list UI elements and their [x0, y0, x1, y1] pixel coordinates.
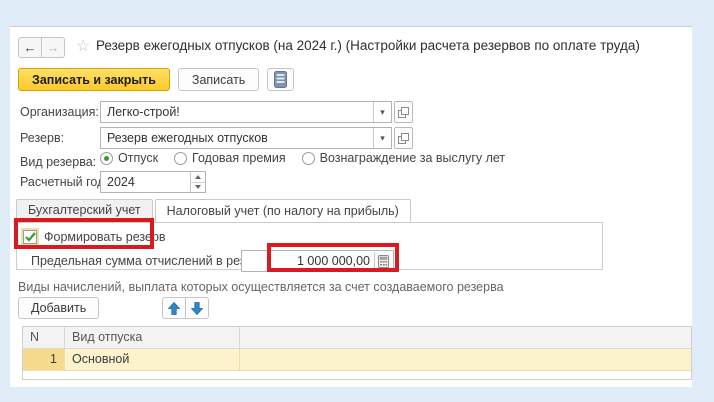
reserve-label: Резерв: [20, 131, 65, 145]
report-icon [274, 71, 288, 88]
reserve-type-radio-group: Отпуск Годовая премия Вознаграждение за … [100, 151, 505, 165]
vacation-type-cell[interactable]: Основной [65, 349, 240, 370]
radio-label: Вознаграждение за выслугу лет [319, 151, 506, 165]
limit-sum-label: Предельная сумма отчислений в резерв: [31, 254, 270, 268]
save-button[interactable]: Записать [177, 68, 260, 91]
back-arrow-icon: ← [23, 40, 37, 55]
radio-label: Отпуск [118, 151, 159, 165]
accruals-table: N Вид отпуска 1 Основной [22, 326, 692, 380]
accruals-caption: Виды начислений, выплата которых осущест… [18, 280, 504, 294]
back-button[interactable]: ← [18, 37, 42, 58]
year-field [100, 171, 206, 193]
radio-label: Годовая премия [192, 151, 286, 165]
favorite-star-icon[interactable]: ☆ [76, 38, 90, 56]
page-title: Резерв ежегодных отпусков (на 2024 г.) (… [96, 38, 640, 53]
limit-sum-input[interactable] [242, 251, 393, 271]
organization-combobox: ▾ [100, 101, 392, 123]
report-button[interactable] [267, 68, 295, 91]
accruals-toolbar: Добавить [18, 297, 210, 319]
spinner-up-button[interactable] [191, 172, 205, 182]
add-button[interactable]: Добавить [18, 297, 100, 319]
chevron-down-icon: ▾ [380, 132, 385, 143]
column-header-empty [240, 327, 691, 348]
year-spinner [190, 172, 205, 192]
chevron-down-icon: ▾ [380, 106, 385, 117]
save-and-close-button[interactable]: Записать и закрыть [18, 68, 170, 91]
forward-button[interactable]: → [41, 37, 65, 58]
reserve-type-label: Вид резерва: [20, 155, 97, 169]
reserve-open-button[interactable] [394, 127, 413, 149]
checkbox-checked-icon[interactable] [23, 230, 37, 244]
column-header-vacation-type[interactable]: Вид отпуска [65, 327, 240, 348]
organization-dropdown-button[interactable]: ▾ [373, 102, 391, 122]
form-reserve-checkbox-row[interactable]: Формировать резерв [23, 227, 166, 247]
table-row[interactable]: 1 Основной [23, 349, 691, 371]
calculator-icon [378, 254, 389, 268]
move-buttons [162, 297, 210, 319]
radio-seniority-reward[interactable]: Вознаграждение за выслугу лет [301, 151, 506, 165]
reserve-dropdown-button[interactable]: ▾ [373, 128, 391, 148]
radio-unselected-icon [301, 151, 315, 165]
radio-annual-bonus[interactable]: Годовая премия [174, 151, 286, 165]
open-link-icon [398, 106, 409, 118]
column-header-n[interactable]: N [23, 327, 65, 348]
command-bar: Записать и закрыть Записать [18, 68, 295, 91]
reserve-combobox: ▾ [100, 127, 392, 149]
open-link-icon [398, 132, 409, 144]
organization-input[interactable] [101, 102, 373, 122]
arrow-up-icon [168, 301, 181, 315]
forward-arrow-icon: → [46, 40, 60, 55]
calculator-button[interactable] [374, 252, 392, 270]
table-header-row: N Вид отпуска [23, 327, 691, 349]
radio-selected-icon [100, 151, 113, 165]
radio-unselected-icon [174, 151, 188, 165]
arrow-down-icon [191, 301, 204, 315]
move-down-button[interactable] [185, 297, 210, 319]
form-window: ← → ☆ Резерв ежегодных отпусков (на 2024… [10, 26, 692, 387]
limit-sum-field [241, 250, 394, 272]
year-label: Расчетный год: [20, 175, 108, 189]
radio-vacation[interactable]: Отпуск [100, 151, 158, 165]
move-up-button[interactable] [162, 297, 187, 319]
empty-cell[interactable] [240, 349, 691, 370]
organization-open-button[interactable] [394, 101, 413, 123]
tax-tab-panel: Формировать резерв Предельная сумма отчи… [16, 222, 603, 272]
reserve-input[interactable] [101, 128, 373, 148]
form-reserve-checkbox-label: Формировать резерв [44, 230, 166, 244]
spinner-down-button[interactable] [191, 181, 205, 193]
tab-tax-accounting[interactable]: Налоговый учет (по налогу на прибыль) [154, 199, 411, 223]
table-empty-area[interactable] [23, 371, 691, 379]
row-number-cell[interactable]: 1 [23, 349, 65, 370]
tab-bar: Бухгалтерский учет Налоговый учет (по на… [16, 199, 411, 223]
organization-label: Организация: [20, 105, 99, 119]
nav-buttons: ← → [18, 37, 65, 58]
year-input[interactable] [101, 172, 190, 192]
tab-accounting[interactable]: Бухгалтерский учет [16, 199, 153, 222]
